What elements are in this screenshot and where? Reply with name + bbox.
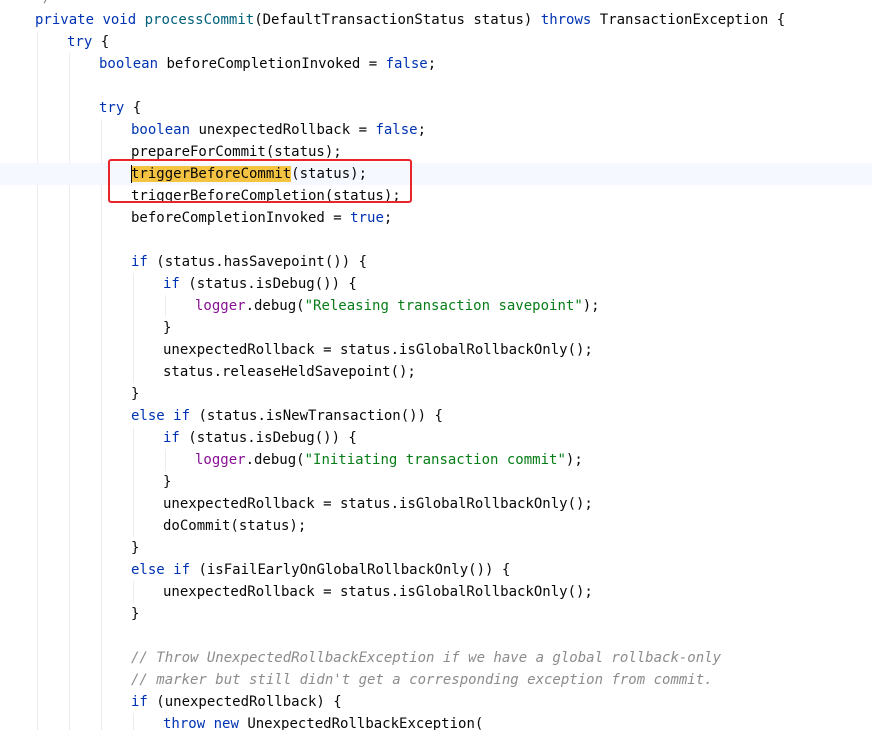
code-line[interactable] — [0, 229, 3, 251]
code-token: (DefaultTransactionStatus status) — [254, 12, 541, 28]
code-token: beforeCompletionInvoked = — [131, 210, 351, 226]
code-line[interactable]: private void processCommit(DefaultTransa… — [0, 9, 785, 31]
code-token: ); — [582, 298, 600, 314]
code-line[interactable]: unexpectedRollback = status.isGlobalRoll… — [0, 339, 593, 361]
code-line[interactable]: else if (isFailEarlyOnGlobalRollbackOnly… — [0, 559, 510, 581]
code-token: private — [35, 12, 95, 28]
code-token: throws — [540, 12, 592, 28]
code-token: } — [163, 474, 172, 490]
code-token: // marker but still didn't get a corresp… — [131, 672, 713, 688]
code-line[interactable]: logger.debug("Releasing transaction save… — [0, 295, 600, 317]
code-line[interactable]: boolean unexpectedRollback = false; — [0, 119, 426, 141]
code-token: { — [124, 100, 142, 116]
code-line[interactable]: unexpectedRollback = status.isGlobalRoll… — [0, 581, 593, 603]
code-token: prepareForCommit(status); — [131, 144, 342, 160]
code-token: { — [92, 34, 110, 50]
code-token: if — [173, 408, 191, 424]
code-token: ; — [427, 56, 437, 72]
code-token: "Releasing transaction savepoint" — [304, 298, 583, 314]
code-token: if — [173, 562, 191, 578]
code-line[interactable]: } — [0, 471, 171, 493]
code-token: .debug( — [245, 452, 305, 468]
code-line[interactable]: } — [0, 317, 171, 339]
code-line[interactable]: } — [0, 603, 139, 625]
code-token: unexpectedRollback = status.isGlobalRoll… — [163, 342, 593, 358]
code-token: logger — [195, 452, 246, 468]
code-line[interactable]: unexpectedRollback = status.isGlobalRoll… — [0, 493, 593, 515]
code-line[interactable]: else if (status.isNewTransaction()) { — [0, 405, 443, 427]
code-token: unexpectedRollback = status.isGlobalRoll… — [163, 584, 593, 600]
code-token: .debug( — [245, 298, 305, 314]
code-token: status.releaseHeldSavepoint(); — [163, 364, 416, 380]
code-token: ); — [565, 452, 583, 468]
code-line[interactable]: logger.debug("Initiating transaction com… — [0, 449, 583, 471]
code-line[interactable] — [0, 625, 3, 647]
code-line[interactable]: beforeCompletionInvoked = true; — [0, 207, 392, 229]
code-token: logger — [195, 298, 246, 314]
code-line[interactable]: throw new UnexpectedRollbackException( — [0, 713, 483, 730]
code-token: (unexpectedRollback) { — [147, 694, 342, 710]
code-token: (isFailEarlyOnGlobalRollbackOnly()) { — [190, 562, 511, 578]
code-token: else — [131, 562, 165, 578]
code-token: if — [163, 276, 180, 292]
code-token: else — [131, 408, 165, 424]
code-line[interactable]: if (unexpectedRollback) { — [0, 691, 342, 713]
code-token: unexpectedRollback = status.isGlobalRoll… — [163, 496, 593, 512]
code-token: UnexpectedRollbackException( — [238, 716, 484, 730]
code-token: "Initiating transaction commit" — [304, 452, 566, 468]
code-token: ; — [383, 210, 393, 226]
code-token: try — [67, 34, 93, 50]
code-token: ; — [417, 122, 427, 138]
code-line[interactable]: try { — [0, 97, 141, 119]
code-token: } — [131, 540, 140, 556]
code-token: void — [102, 12, 137, 28]
code-token: if — [131, 254, 148, 270]
code-line[interactable]: try { — [0, 31, 109, 53]
code-line[interactable]: if (status.isDebug()) { — [0, 427, 357, 449]
code-token: boolean — [99, 56, 159, 72]
code-token: (status.hasSavepoint()) { — [147, 254, 368, 270]
code-token: (status.isDebug()) { — [179, 276, 357, 292]
code-editor[interactable]: */ private void processCommit(DefaultTran… — [0, 0, 872, 730]
code-token: (status.isDebug()) { — [179, 430, 357, 446]
code-token: false — [375, 122, 418, 138]
code-token: true — [350, 210, 384, 226]
code-line[interactable]: if (status.isDebug()) { — [0, 273, 357, 295]
code-line[interactable]: // Throw UnexpectedRollbackException if … — [0, 647, 721, 669]
code-line[interactable]: // marker but still didn't get a corresp… — [0, 669, 713, 691]
code-token: false — [385, 56, 428, 72]
code-line[interactable]: if (status.hasSavepoint()) { — [0, 251, 367, 273]
code-token: unexpectedRollback = — [190, 122, 376, 138]
code-line[interactable]: } — [0, 383, 139, 405]
code-token: } — [163, 320, 172, 336]
code-line[interactable]: doCommit(status); — [0, 515, 306, 537]
code-token: try — [99, 100, 125, 116]
code-line[interactable]: boolean beforeCompletionInvoked = false; — [0, 53, 436, 75]
code-token: TransactionException { — [591, 12, 786, 28]
code-token: } — [131, 386, 140, 402]
code-token: boolean — [131, 122, 191, 138]
code-token: processCommit — [144, 12, 255, 28]
code-token: new — [213, 716, 239, 730]
code-line[interactable] — [0, 75, 3, 97]
annotation-highlight-box — [108, 159, 412, 203]
code-token: if — [163, 430, 180, 446]
code-token: } — [131, 606, 140, 622]
code-token: // Throw UnexpectedRollbackException if … — [131, 650, 722, 666]
code-token: beforeCompletionInvoked = — [158, 56, 386, 72]
code-token: throw — [163, 716, 206, 730]
code-line[interactable]: status.releaseHeldSavepoint(); — [0, 361, 416, 383]
code-line[interactable]: } — [0, 537, 139, 559]
code-line[interactable]: */ — [0, 0, 52, 9]
code-token: (status.isNewTransaction()) { — [190, 408, 443, 424]
code-token: */ — [35, 0, 52, 6]
code-token: if — [131, 694, 148, 710]
code-token: doCommit(status); — [163, 518, 307, 534]
